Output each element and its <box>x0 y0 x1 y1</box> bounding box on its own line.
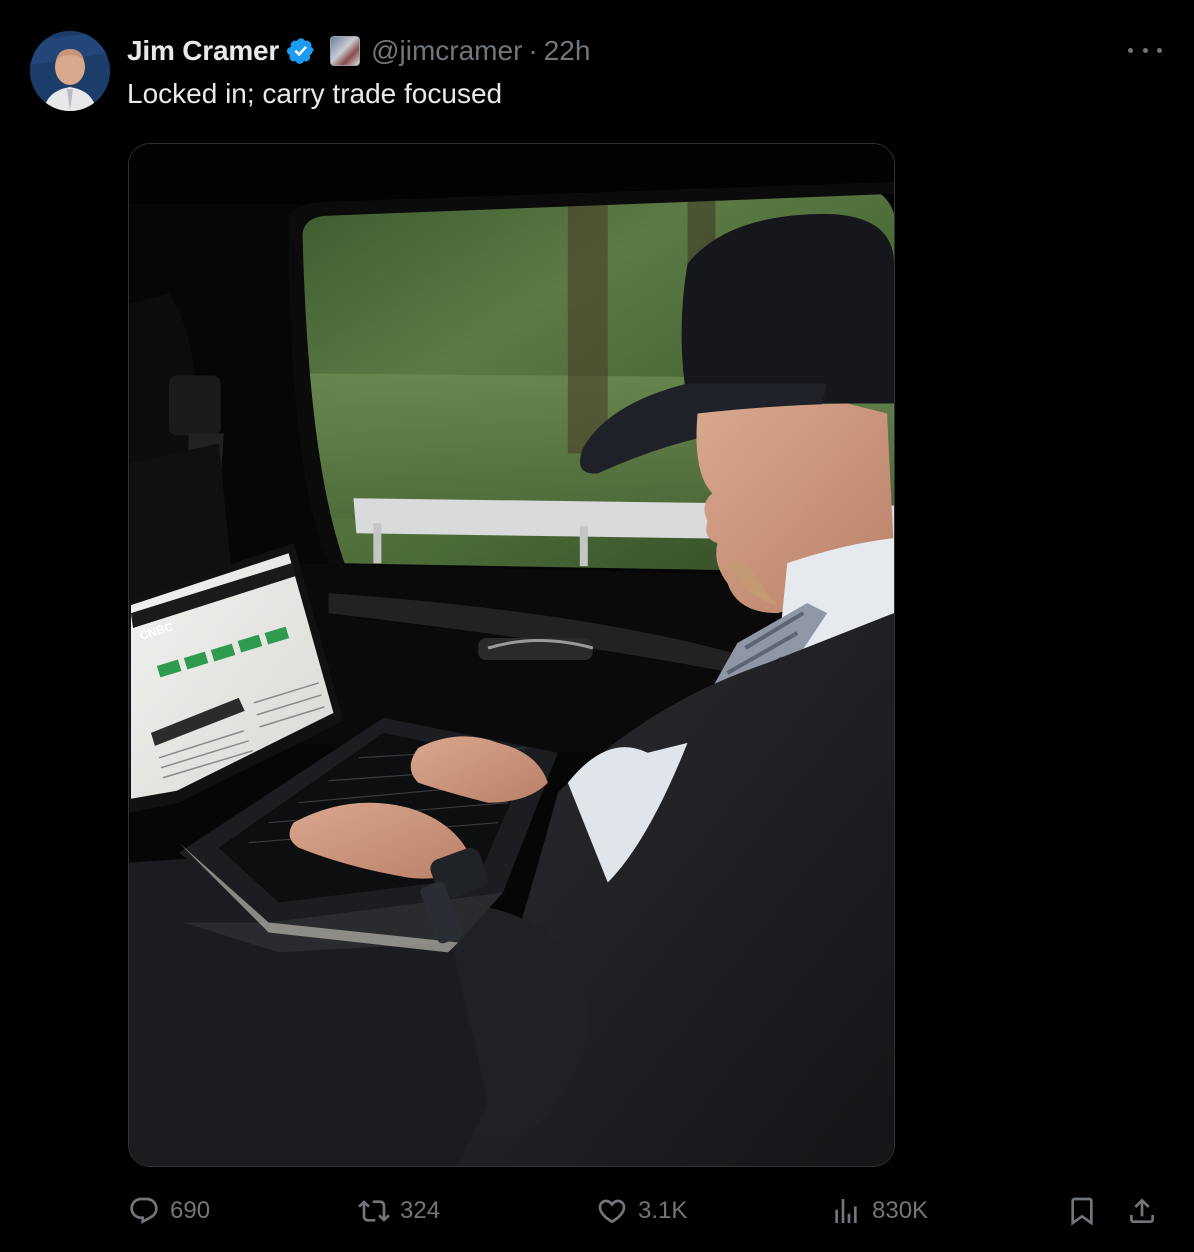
retweet-icon <box>358 1200 390 1222</box>
tweet-header: Jim Cramer @jimcramer · 22h <box>127 32 590 70</box>
views-icon <box>835 1199 857 1223</box>
action-bar: 690 324 3.1K 830K <box>0 1188 1194 1234</box>
author-handle[interactable]: @jimcramer <box>371 35 522 67</box>
bookmark-icon <box>1071 1197 1093 1226</box>
author-name[interactable]: Jim Cramer <box>127 35 279 67</box>
affiliate-badge-icon[interactable] <box>330 36 361 66</box>
reply-count: 690 <box>170 1197 211 1224</box>
bookmark-button[interactable] <box>1066 1188 1098 1234</box>
views-button[interactable]: 830K <box>830 1188 928 1234</box>
separator-dot: · <box>528 35 538 66</box>
avatar[interactable] <box>30 31 110 111</box>
share-icon <box>1130 1198 1154 1223</box>
heart-icon <box>598 1199 626 1224</box>
share-button[interactable] <box>1126 1188 1158 1234</box>
tweet-text: Locked in; carry trade focused <box>127 78 503 109</box>
retweet-button[interactable]: 324 <box>358 1188 440 1234</box>
timestamp[interactable]: 22h <box>544 35 591 67</box>
like-count: 3.1K <box>638 1197 688 1224</box>
retweet-count: 324 <box>400 1197 441 1224</box>
verified-badge-icon[interactable] <box>286 36 316 66</box>
reply-icon <box>130 1197 158 1224</box>
reply-button[interactable]: 690 <box>128 1188 210 1234</box>
like-button[interactable]: 3.1K <box>596 1188 687 1234</box>
tweet: Jim Cramer @jimcramer · 22h Locked in; c… <box>0 0 1194 1252</box>
more-dots-icon[interactable] <box>1128 38 1162 62</box>
views-count: 830K <box>872 1197 929 1224</box>
tweet-photo[interactable]: CNBC <box>128 143 895 1167</box>
